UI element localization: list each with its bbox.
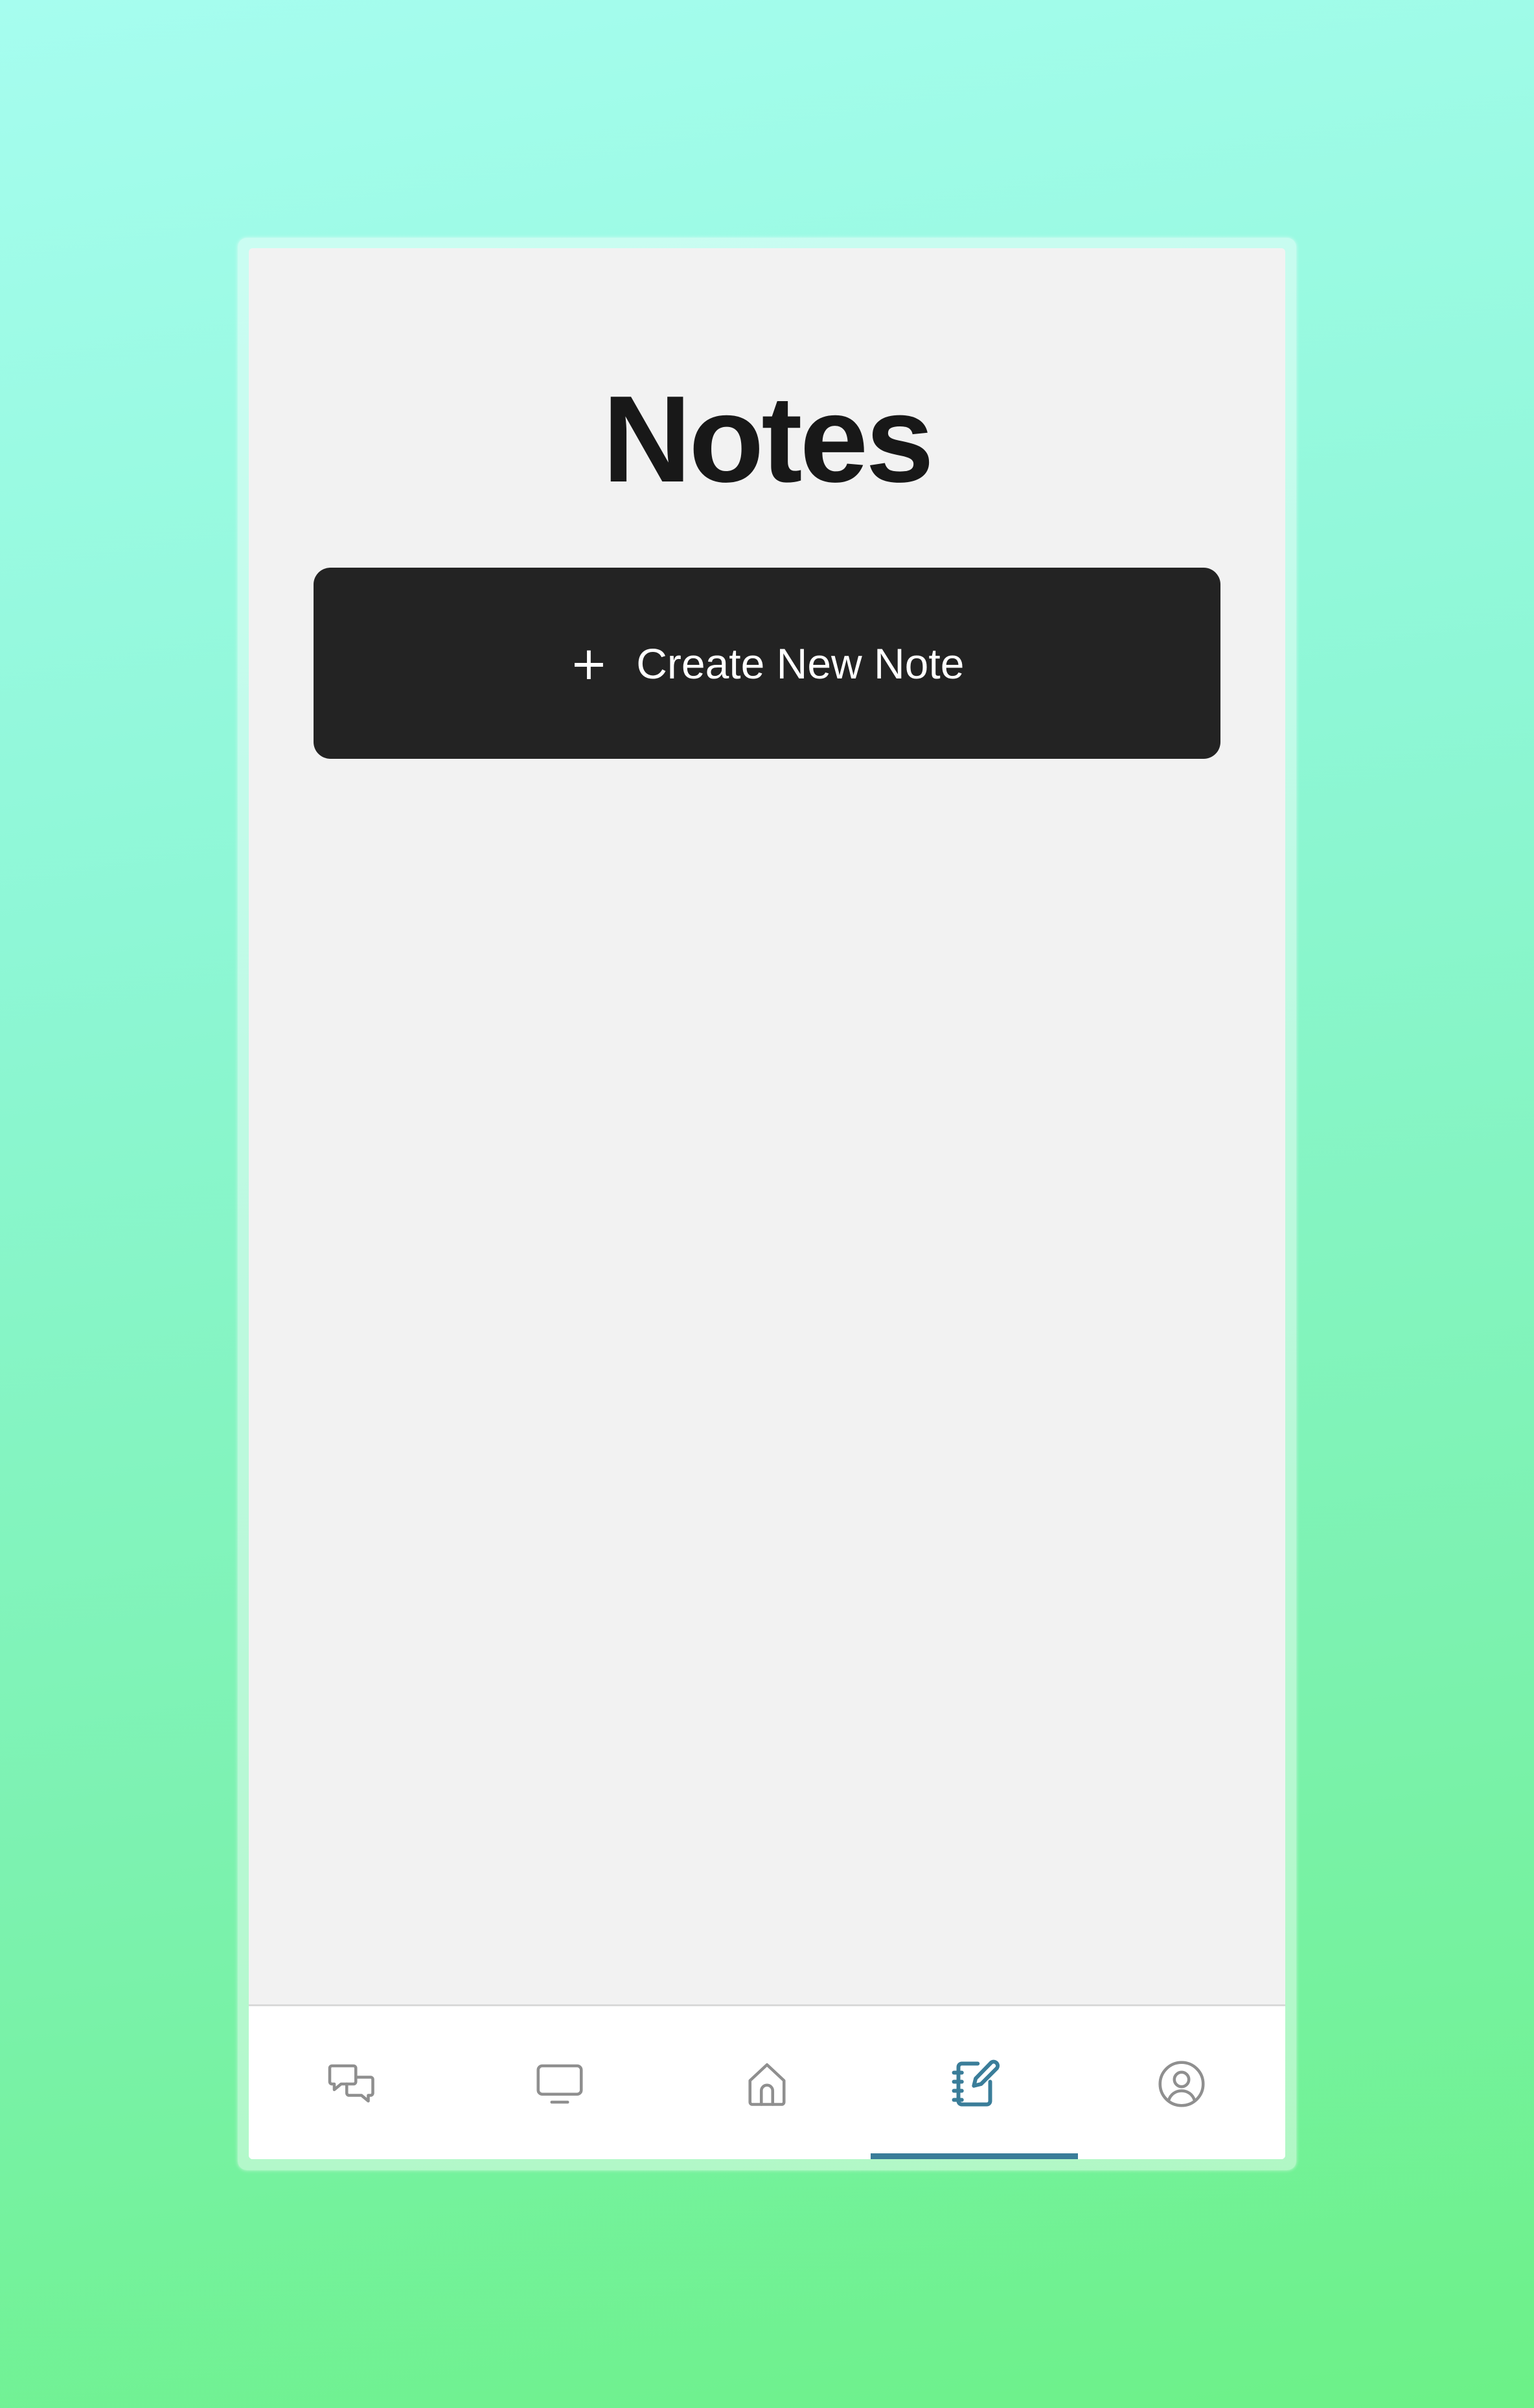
nav-item-chat[interactable] — [249, 2006, 456, 2159]
nav-item-notes[interactable] — [871, 2006, 1078, 2159]
nav-item-home[interactable] — [663, 2006, 871, 2159]
notebook-pen-icon — [952, 2059, 1000, 2106]
chat-bubbles-icon — [328, 2064, 374, 2103]
nav-item-tv[interactable] — [456, 2006, 663, 2159]
page-title: Notes — [602, 371, 934, 508]
plus-icon: + — [569, 636, 608, 690]
nav-indicator — [1078, 2153, 1285, 2159]
app-screen: Notes + Create New Note — [249, 248, 1285, 2159]
nav-indicator — [456, 2153, 663, 2159]
create-new-note-label: Create New Note — [636, 639, 965, 688]
user-circle-icon — [1158, 2060, 1205, 2107]
nav-indicator — [663, 2153, 871, 2159]
nav-active-indicator — [871, 2153, 1078, 2159]
nav-item-profile[interactable] — [1078, 2006, 1285, 2159]
nav-indicator — [249, 2153, 456, 2159]
create-new-note-button[interactable]: + Create New Note — [314, 568, 1220, 759]
bottom-nav — [249, 2004, 1285, 2159]
home-icon — [748, 2063, 786, 2106]
monitor-icon — [536, 2064, 583, 2103]
